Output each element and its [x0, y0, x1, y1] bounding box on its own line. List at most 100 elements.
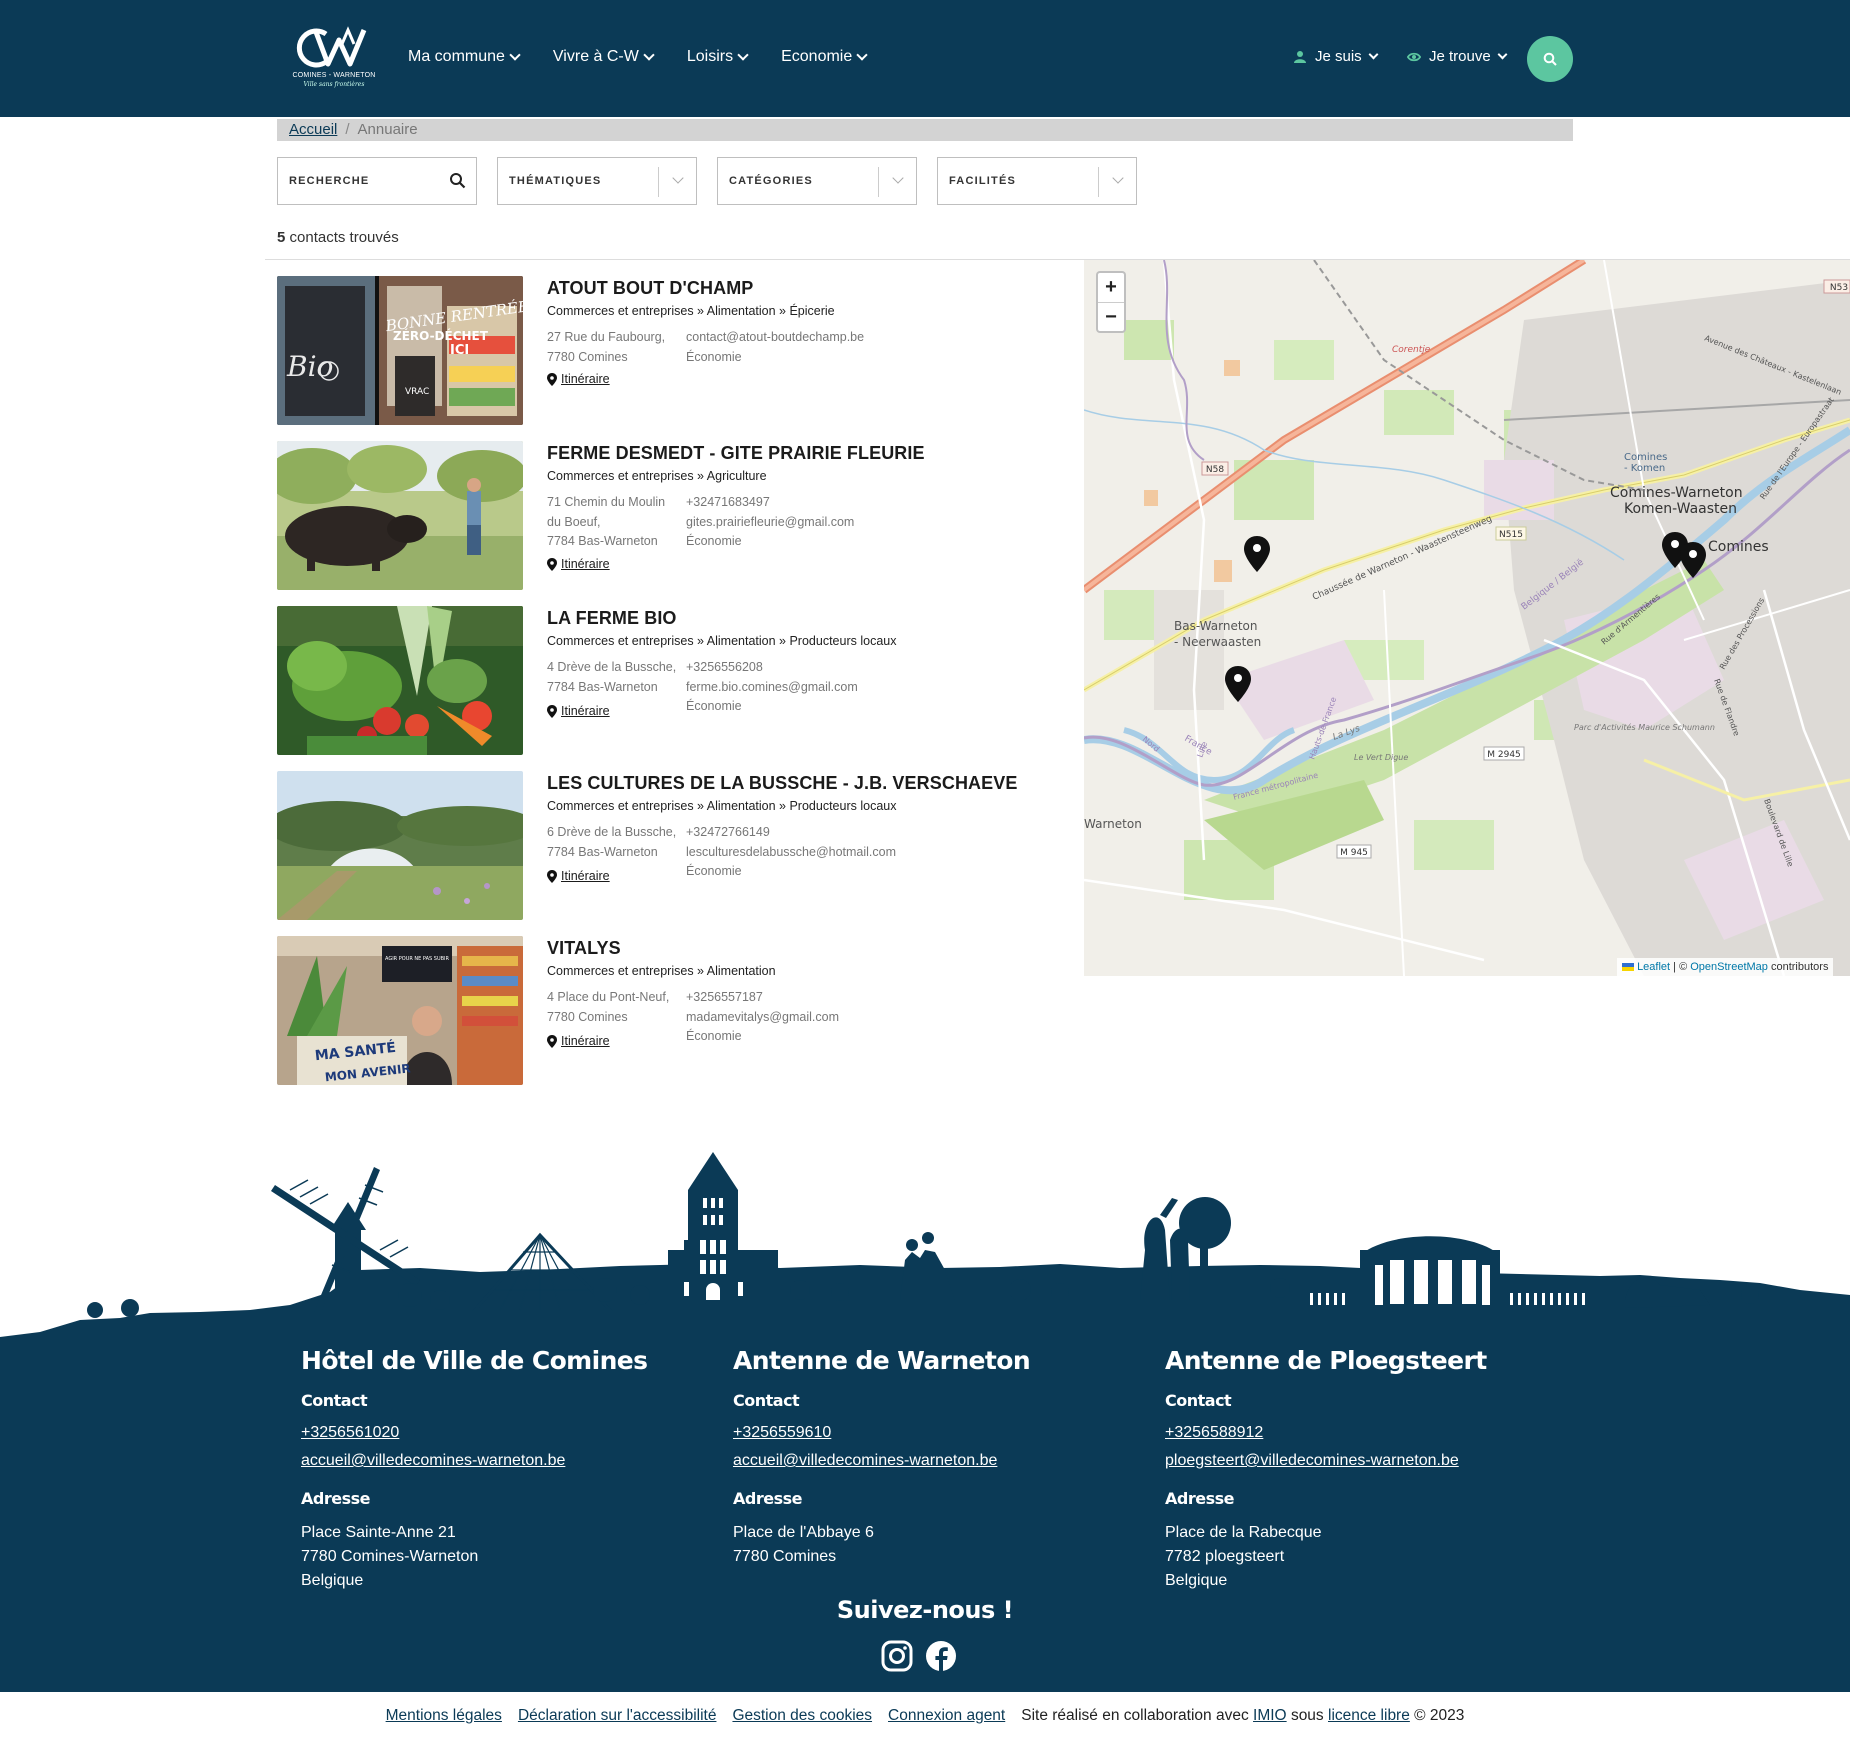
map-label: N58	[1206, 465, 1224, 475]
user-icon	[1294, 50, 1306, 63]
leaflet-link[interactable]: Leaflet	[1637, 961, 1670, 973]
categories-label: CATÉGORIES	[729, 175, 813, 187]
map-label: Warneton	[1084, 817, 1142, 831]
je-suis-menu[interactable]: Je suis	[1293, 48, 1379, 65]
chevron-down-icon	[737, 49, 749, 61]
footer-column-title: Antenne de Ploegsteert	[1165, 1346, 1487, 1375]
nav-loisirs[interactable]: Loisirs	[687, 48, 749, 66]
map-label: - Neerwaasten	[1174, 635, 1261, 649]
agent-login-link[interactable]: Connexion agent	[888, 1707, 1005, 1725]
logo-tagline: Ville sans frontières	[303, 81, 365, 88]
eye-icon	[1407, 52, 1421, 61]
footer-email-link[interactable]: accueil@villedecomines-warneton.be	[301, 1452, 565, 1470]
search-input[interactable]: RECHERCHE	[277, 157, 477, 205]
footer-phone-link[interactable]: +3256559610	[733, 1424, 831, 1442]
result-email[interactable]: gites.prairiefleurie@gmail.com	[686, 513, 854, 533]
address-line: 27 Rue du Faubourg,	[547, 330, 666, 344]
footer-column-warneton: Antenne de Warneton Contact +3256559610 …	[733, 1346, 1031, 1565]
results-map[interactable]: N58 N515 N53 M 2945 M 945 Bas-Warneton -…	[1084, 260, 1850, 976]
instagram-link[interactable]	[881, 1640, 913, 1672]
result-title[interactable]: LA FERME BIO	[547, 608, 677, 629]
nav-ma-commune[interactable]: Ma commune	[408, 48, 521, 66]
itinerary-link[interactable]: Itinéraire	[547, 372, 610, 386]
map-label: Comines-Warneton	[1610, 485, 1743, 501]
chevron-down-icon	[1368, 49, 1379, 60]
result-address: 4 Place du Pont-Neuf, 7780 Comines	[547, 988, 677, 1027]
categories-select[interactable]: CATÉGORIES	[717, 157, 917, 205]
licence-link[interactable]: licence libre	[1328, 1707, 1410, 1724]
itinerary-link[interactable]: Itinéraire	[547, 704, 610, 718]
breadcrumb-current: Annuaire	[357, 121, 418, 138]
footer-email-link[interactable]: accueil@villedecomines-warneton.be	[733, 1452, 997, 1470]
result-category: Commerces et entreprises » Alimentation	[547, 964, 776, 978]
result-photo[interactable]	[277, 771, 523, 920]
cookies-link[interactable]: Gestion des cookies	[732, 1707, 872, 1725]
result-photo[interactable]	[277, 441, 523, 590]
facilites-select[interactable]: FACILITÉS	[937, 157, 1137, 205]
map-pin-icon	[547, 372, 557, 386]
thematiques-label: THÉMATIQUES	[509, 175, 602, 187]
map-label: Corentje	[1392, 345, 1431, 355]
result-title[interactable]: VITALYS	[547, 938, 621, 959]
result-email[interactable]: madamevitalys@gmail.com	[686, 1008, 839, 1028]
chevron-down-icon	[509, 49, 521, 61]
footer-email-link[interactable]: ploegsteert@villedecomines-warneton.be	[1165, 1452, 1459, 1470]
result-contact: +3256556208 ferme.bio.comines@gmail.com Éc…	[686, 658, 858, 717]
zoom-in-button[interactable]: +	[1098, 273, 1124, 303]
result-address: 4 Drève de la Bussche, 7784 Bas-Warneton	[547, 658, 677, 697]
result-title[interactable]: FERME DESMEDT - GITE PRAIRIE FLEURIE	[547, 443, 925, 464]
thematiques-select[interactable]: THÉMATIQUES	[497, 157, 697, 205]
nav-economie[interactable]: Economie	[781, 48, 868, 66]
ukraine-flag-icon	[1622, 963, 1634, 971]
result-title[interactable]: ATOUT BOUT D'CHAMP	[547, 278, 753, 299]
zoom-out-button[interactable]: −	[1098, 303, 1124, 332]
map-attribution: Leaflet | © OpenStreetMap contributors	[1617, 958, 1834, 976]
itinerary-link[interactable]: Itinéraire	[547, 1034, 610, 1048]
credit-prefix: Site réalisé en collaboration avec	[1021, 1706, 1249, 1724]
imio-link[interactable]: IMIO	[1253, 1707, 1287, 1724]
result-title[interactable]: LES CULTURES DE LA BUSSCHE - J.B. VERSCH…	[547, 773, 1017, 794]
header-search-button[interactable]	[1527, 36, 1573, 82]
result-contact: +32472766149 lesculturesdelabussche@hotma…	[686, 823, 896, 882]
address-line: 7784 Bas-Warneton	[547, 534, 658, 548]
map-pin-icon	[547, 557, 557, 571]
breadcrumb-home-link[interactable]: Accueil	[289, 121, 337, 138]
facebook-link[interactable]	[925, 1640, 957, 1672]
result-email[interactable]: lesculturesdelabussche@hotmail.com	[686, 843, 896, 863]
address-line: Place de la Rabecque	[1165, 1524, 1322, 1541]
footer-column-hotel-de-ville: Hôtel de Ville de Comines Contact +32565…	[301, 1346, 648, 1589]
result-email[interactable]: ferme.bio.comines@gmail.com	[686, 678, 858, 698]
address-line: 6 Drève de la Bussche,	[547, 825, 677, 839]
address-line: 7780 Comines	[547, 349, 628, 364]
result-phone[interactable]: +3256557187	[686, 988, 839, 1008]
itinerary-label: Itinéraire	[561, 1034, 610, 1048]
map-label: N53	[1830, 283, 1848, 293]
photo-text: VRAC	[405, 387, 429, 397]
nav-vivre-a-cw[interactable]: Vivre à C-W	[553, 48, 655, 66]
result-phone[interactable]: +32471683497	[686, 493, 854, 513]
je-trouve-menu[interactable]: Je trouve	[1407, 48, 1508, 65]
address-heading: Adresse	[1165, 1489, 1234, 1508]
itinerary-link[interactable]: Itinéraire	[547, 869, 610, 883]
footer-phone-link[interactable]: +3256561020	[301, 1424, 399, 1442]
breadcrumb: Accueil / Annuaire	[277, 119, 1573, 141]
result-category: Commerces et entreprises » Alimentation …	[547, 304, 835, 318]
result-photo[interactable]	[277, 606, 523, 755]
map-tiles: N58 N515 N53 M 2945 M 945 Bas-Warneton -…	[1084, 260, 1850, 976]
result-contact: +3256557187 madamevitalys@gmail.com Économ…	[686, 988, 839, 1047]
result-phone[interactable]: +3256556208	[686, 658, 858, 678]
mentions-legales-link[interactable]: Mentions légales	[386, 1707, 502, 1725]
osm-link[interactable]: OpenStreetMap	[1690, 961, 1768, 973]
site-logo[interactable]: COMINES - WARNETON Ville sans frontières	[292, 26, 376, 92]
result-address: 6 Drève de la Bussche, 7784 Bas-Warneton	[547, 823, 677, 862]
result-photo[interactable]: BONNE RENTRÉE ZÉRO-DÉCHET ICI VRAC Bio	[277, 276, 523, 425]
address-line: 71 Chemin du Moulin du Boeuf,	[547, 495, 666, 529]
result-category: Commerces et entreprises » Alimentation …	[547, 799, 897, 813]
itinerary-link[interactable]: Itinéraire	[547, 557, 610, 571]
result-email[interactable]: contact@atout-boutdechamp.be	[686, 328, 864, 348]
result-photo[interactable]: AGIR POUR NE PAS SUBIR MA SANTÉ MON AVEN…	[277, 936, 523, 1085]
accessibility-link[interactable]: Déclaration sur l'accessibilité	[518, 1707, 717, 1725]
chevron-down-icon	[1497, 49, 1508, 60]
footer-phone-link[interactable]: +3256588912	[1165, 1424, 1263, 1442]
result-phone[interactable]: +32472766149	[686, 823, 896, 843]
